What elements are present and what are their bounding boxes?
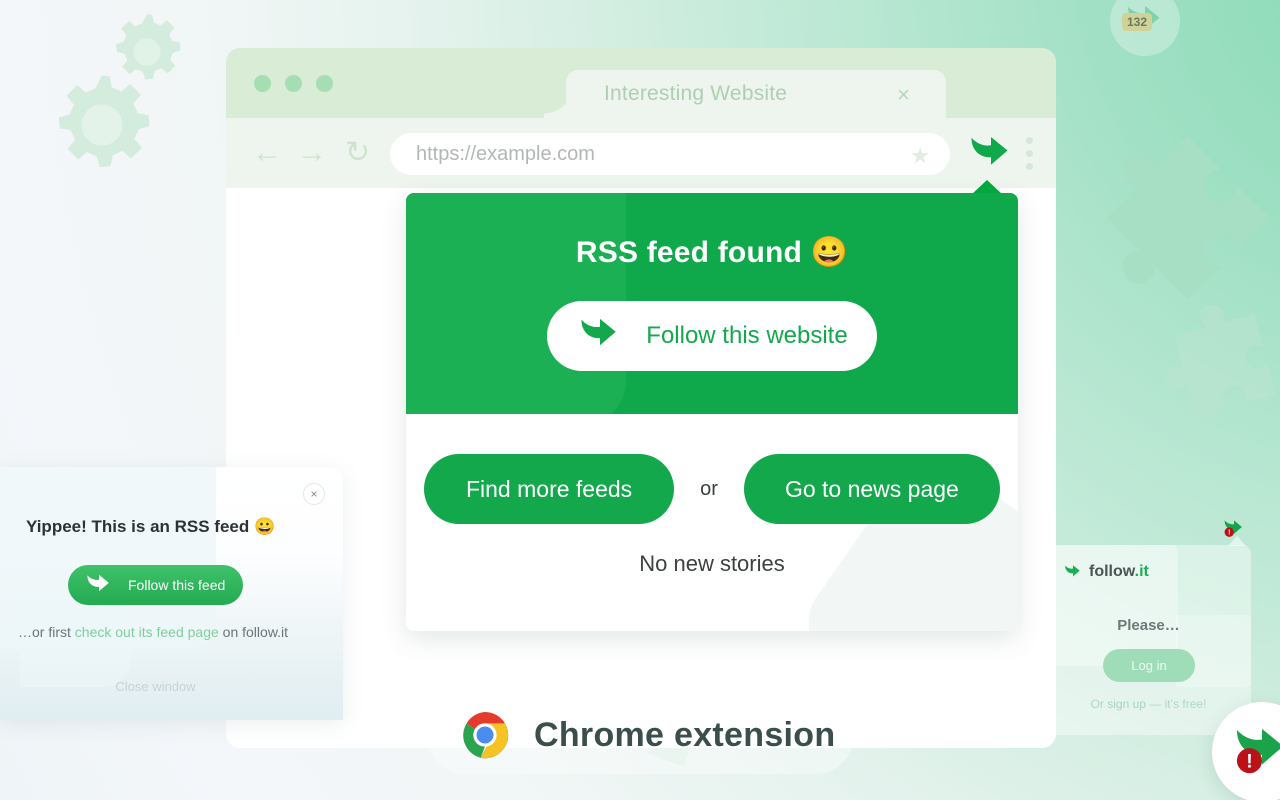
extension-popup: RSS feed found 😀 Follow this website Fin… [406,180,1018,631]
find-more-feeds-button[interactable]: Find more feeds [424,454,675,524]
mini-panel-prompt: Please… [1117,617,1180,634]
avatar-count-badge: 132 [1122,13,1153,31]
popup-title: RSS feed found 😀 [575,236,849,269]
kebab-menu-icon[interactable] [1026,137,1033,170]
popup-body: Find more feeds or Go to news page No ne… [406,414,1018,631]
close-icon[interactable]: × [303,483,325,505]
window-minimize-dot[interactable] [285,75,302,92]
follow-this-website-button[interactable]: Follow this website [547,301,877,371]
dialog-heading: Yippee! This is an RSS feed 😀 [26,517,276,536]
chrome-extension-caption: Chrome extension [426,696,854,774]
chrome-logo-icon [461,711,509,759]
or-separator: or [700,477,718,500]
window-maximize-dot[interactable] [316,75,333,92]
followit-logo-text: follow.it [1089,563,1149,581]
follow-this-website-label: Follow this website [646,322,848,349]
sign-up-link[interactable]: sign up [1107,697,1146,711]
address-bar[interactable]: https://example.com ★ [390,133,950,175]
dialog-subtext-suffix: on follow.it [218,624,289,640]
window-controls [254,75,333,92]
sign-up-prefix: Or [1090,697,1108,711]
popup-pointer [972,180,1002,194]
extension-toolbar-button[interactable] [966,134,1016,181]
browser-toolbar: ← → ↻ https://example.com ★ [226,118,1056,188]
forward-arrow-icon[interactable]: → [297,136,327,170]
followit-arrow-icon [87,574,109,591]
sign-up-suffix: — it’s free! [1145,697,1207,711]
followit-logo: follow.it [1063,563,1149,581]
close-icon[interactable]: × [897,82,910,108]
feed-page-link[interactable]: check out its feed page [75,624,219,640]
chrome-extension-label: Chrome extension [534,715,836,754]
svg-text:!: ! [1246,751,1252,772]
followit-mini-panel: follow.it Please… Log in Or sign up — it… [1046,545,1251,735]
popup-header: RSS feed found 😀 Follow this website [406,193,1018,414]
no-new-stories-status: No new stories [639,551,785,576]
reload-icon[interactable]: ↻ [345,136,370,170]
bookmark-star-icon[interactable]: ★ [910,143,930,169]
dialog-subtext-prefix: …or first [18,624,75,640]
follow-this-feed-button[interactable]: Follow this feed [68,565,243,605]
popup-action-row: Find more feeds or Go to news page [406,454,1018,524]
browser-tab[interactable]: Interesting Website × [544,70,946,118]
browser-tab-title: Interesting Website [604,82,788,105]
logo-text-main: follow [1089,563,1135,580]
speech-bubble-tail-watermark [406,371,476,414]
window-close-dot[interactable] [254,75,271,92]
rss-feed-dialog: × Yippee! This is an RSS feed 😀 Follow t… [0,467,343,720]
followit-arrow-icon [1065,564,1080,576]
logo-text-dot: .it [1134,563,1149,580]
log-in-button[interactable]: Log in [1103,649,1195,682]
sign-up-text: Or sign up — it’s free! [1046,697,1251,711]
followit-arrow-alert-icon: ! [1236,728,1280,774]
followit-arrow-icon [581,318,616,346]
follow-this-feed-label: Follow this feed [128,577,226,593]
puzzle-piece-icon-3 [1164,304,1276,416]
close-window-button[interactable]: Close window [0,679,311,694]
back-arrow-icon[interactable]: ← [252,136,282,170]
gear-icon-large [58,75,150,168]
address-bar-value[interactable]: https://example.com [416,143,595,166]
dialog-watermark-tail [20,597,130,687]
browser-titlebar: Interesting Website × [226,48,1056,118]
followit-arrow-icon [971,137,1008,165]
puzzle-piece-icon-1 [1106,136,1270,300]
gear-icon-small [116,14,181,80]
go-to-news-page-button[interactable]: Go to news page [743,454,1000,524]
dialog-subtext: …or first check out its feed page on fol… [18,624,288,640]
